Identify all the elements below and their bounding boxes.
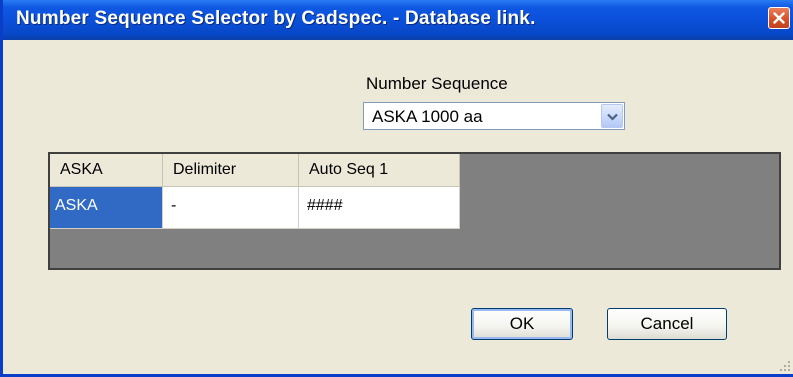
close-button[interactable] (768, 7, 790, 29)
cell-value: - (171, 197, 177, 214)
column-header-label: Delimiter (173, 161, 237, 178)
ok-button[interactable]: OK (471, 308, 573, 340)
close-icon (773, 12, 785, 24)
column-header-aska[interactable]: ASKA (50, 154, 163, 187)
column-header-delimiter[interactable]: Delimiter (163, 154, 299, 187)
cell-value: ASKA (55, 197, 98, 214)
dialog-body: Number Sequence ASKA 1000 aa ASKA Delimi… (6, 40, 793, 374)
sequence-grid[interactable]: ASKA Delimiter Auto Seq 1 ASKA - #### (48, 152, 781, 270)
number-sequence-value: ASKA 1000 aa (372, 107, 483, 126)
grid-cell-auto-seq-1[interactable]: #### (299, 187, 460, 229)
grid-cell-aska[interactable]: ASKA (50, 187, 163, 229)
chevron-down-icon (607, 113, 618, 121)
cell-value: #### (307, 197, 343, 214)
title-bar[interactable]: Number Sequence Selector by Cadspec. - D… (3, 0, 793, 40)
number-sequence-dropdown[interactable]: ASKA 1000 aa (363, 102, 625, 130)
grid-cell-delimiter[interactable]: - (163, 187, 299, 229)
dialog-window: Number Sequence Selector by Cadspec. - D… (0, 0, 793, 377)
number-sequence-label: Number Sequence (366, 74, 508, 93)
resize-grip-icon[interactable] (779, 360, 791, 372)
window-title: Number Sequence Selector by Cadspec. - D… (16, 8, 536, 29)
dropdown-button[interactable] (601, 104, 623, 128)
cancel-button[interactable]: Cancel (607, 308, 727, 340)
column-header-auto-seq-1[interactable]: Auto Seq 1 (299, 154, 460, 187)
column-header-label: ASKA (60, 161, 103, 178)
column-header-label: Auto Seq 1 (309, 161, 389, 178)
